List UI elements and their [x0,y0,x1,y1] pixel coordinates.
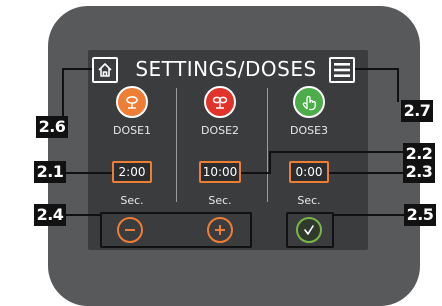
dose3-unit-label: Sec. [297,194,321,207]
dose3-icon-button[interactable] [293,86,325,118]
column-divider [176,88,177,202]
callout-line [355,68,399,70]
callout-line [66,214,100,216]
column-divider [267,88,268,202]
dose2-label: DOSE2 [200,124,240,137]
callout-line [329,172,403,174]
callout-line [269,151,403,153]
dose1-icon-button[interactable] [116,86,148,118]
menu-icon [334,63,350,77]
callout-2-4: 2.4 [34,204,66,226]
hand-pointer-icon [302,95,316,111]
page-title: SETTINGS/DOSES [135,57,317,81]
controls-bracket [100,212,252,248]
confirm-bracket [286,212,334,248]
dose1-label: DOSE1 [112,124,152,137]
callout-2-5: 2.5 [404,204,436,226]
dose3-time-field[interactable]: 0:00 [289,161,329,183]
callout-line [62,68,64,116]
dose1-time-field[interactable]: 2:00 [112,161,152,183]
callout-line [397,68,399,102]
dose2-unit-label: Sec. [208,194,232,207]
menu-button[interactable] [329,57,355,83]
seed-sprout-icon [126,96,138,109]
home-icon [98,63,112,77]
callout-line [241,172,271,174]
callout-line [269,151,271,174]
dose1-unit-label: Sec. [120,194,144,207]
callout-line [334,214,404,216]
dose2-icon-button[interactable] [204,86,236,118]
dose3-label: DOSE3 [289,124,329,137]
callout-line [64,68,92,70]
seed-sprout-icon [212,96,228,109]
callout-2-1: 2.1 [34,161,66,183]
home-button[interactable] [92,57,118,83]
callout-2-6: 2.6 [36,116,68,138]
callout-2-7: 2.7 [401,100,433,122]
callout-2-3: 2.3 [403,161,435,183]
callout-line [66,172,112,174]
dose2-time-field[interactable]: 10:00 [199,161,241,183]
